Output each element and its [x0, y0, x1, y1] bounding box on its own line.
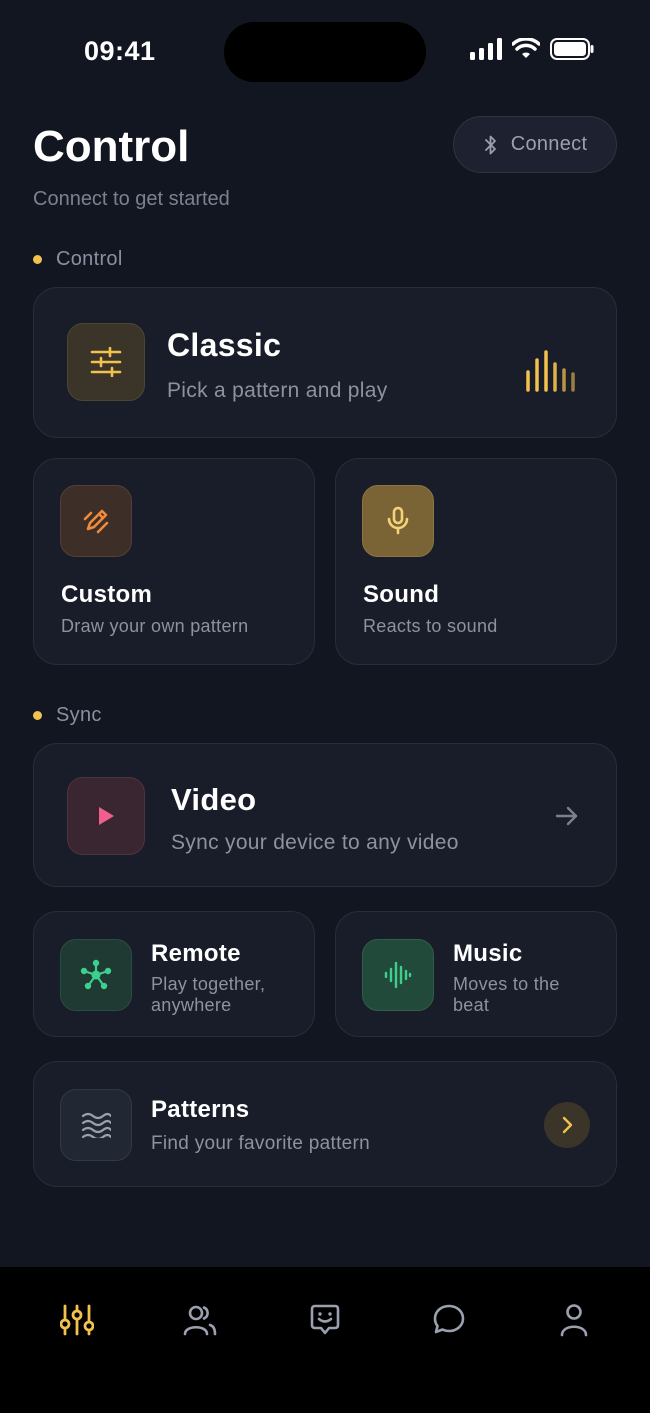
smile-chat-icon [310, 1304, 340, 1335]
video-title: Video [171, 782, 257, 817]
microphone-icon [387, 506, 409, 535]
nav-control[interactable] [52, 1295, 102, 1345]
nav-profile[interactable] [549, 1295, 599, 1345]
section-sync: Sync [33, 704, 102, 727]
battery-icon [550, 38, 594, 60]
signal-icon [470, 38, 502, 60]
chat-bubble-icon [433, 1304, 465, 1334]
video-desc: Sync your device to any video [171, 831, 459, 854]
classic-icon-box [67, 323, 145, 401]
bluetooth-icon [484, 135, 496, 154]
nav-feedback[interactable] [300, 1295, 350, 1345]
custom-icon-box [60, 485, 132, 557]
connect-label: Connect [510, 133, 588, 155]
music-desc: Moves to the beat [453, 974, 560, 1015]
patterns-card[interactable]: Patterns Find your favorite pattern [33, 1061, 617, 1187]
section-control-label: Control [56, 248, 123, 270]
classic-card[interactable]: Classic Pick a pattern and play [33, 287, 617, 438]
bottom-nav [0, 1267, 650, 1413]
sound-title: Sound [363, 581, 440, 608]
patterns-title: Patterns [151, 1096, 250, 1123]
arrow-right-icon [555, 806, 578, 826]
sliders-icon [60, 1304, 94, 1336]
section-dot [33, 711, 42, 720]
page-subtitle: Connect to get started [33, 188, 230, 210]
section-dot [33, 255, 42, 264]
play-icon [99, 807, 114, 825]
remote-card[interactable]: Remote Play together, anywhere [33, 911, 315, 1037]
classic-desc: Pick a pattern and play [167, 379, 388, 402]
waveform-icon [384, 961, 412, 989]
section-control: Control [33, 248, 123, 271]
nav-community[interactable] [175, 1295, 225, 1345]
status-time: 09:41 [84, 36, 156, 66]
remote-icon-box [60, 939, 132, 1011]
dynamic-island [224, 22, 426, 82]
music-title: Music [453, 940, 523, 967]
video-icon-box [67, 777, 145, 855]
music-card[interactable]: Music Moves to the beat [335, 911, 617, 1037]
classic-title: Classic [167, 327, 282, 363]
patterns-desc: Find your favorite pattern [151, 1133, 371, 1154]
custom-desc: Draw your own pattern [61, 616, 249, 636]
wifi-icon [512, 38, 540, 58]
video-card[interactable]: Video Sync your device to any video [33, 743, 617, 887]
custom-title: Custom [61, 581, 153, 608]
network-icon [80, 959, 112, 990]
chevron-right-icon [562, 1116, 573, 1134]
sound-icon-box [362, 485, 434, 557]
remote-title: Remote [151, 940, 241, 967]
waves-icon [81, 1112, 111, 1138]
custom-card[interactable]: Custom Draw your own pattern [33, 458, 315, 665]
sound-desc: Reacts to sound [363, 616, 498, 636]
patterns-open-button[interactable] [544, 1102, 590, 1148]
nav-chat[interactable] [424, 1295, 474, 1345]
pencil-icon [83, 509, 109, 534]
section-sync-label: Sync [56, 704, 102, 726]
sound-card[interactable]: Sound Reacts to sound [335, 458, 617, 665]
status-bar: 09:41 [0, 0, 650, 100]
patterns-icon-box [60, 1089, 132, 1161]
page-title: Control [33, 122, 190, 171]
remote-desc: Play together, anywhere [151, 974, 266, 1015]
connect-button[interactable]: Connect [453, 116, 617, 173]
profile-icon [560, 1304, 588, 1337]
sliders-icon [90, 347, 122, 377]
equalizer-icon [526, 350, 575, 392]
users-icon [183, 1305, 217, 1336]
status-icons [470, 38, 594, 60]
music-icon-box [362, 939, 434, 1011]
